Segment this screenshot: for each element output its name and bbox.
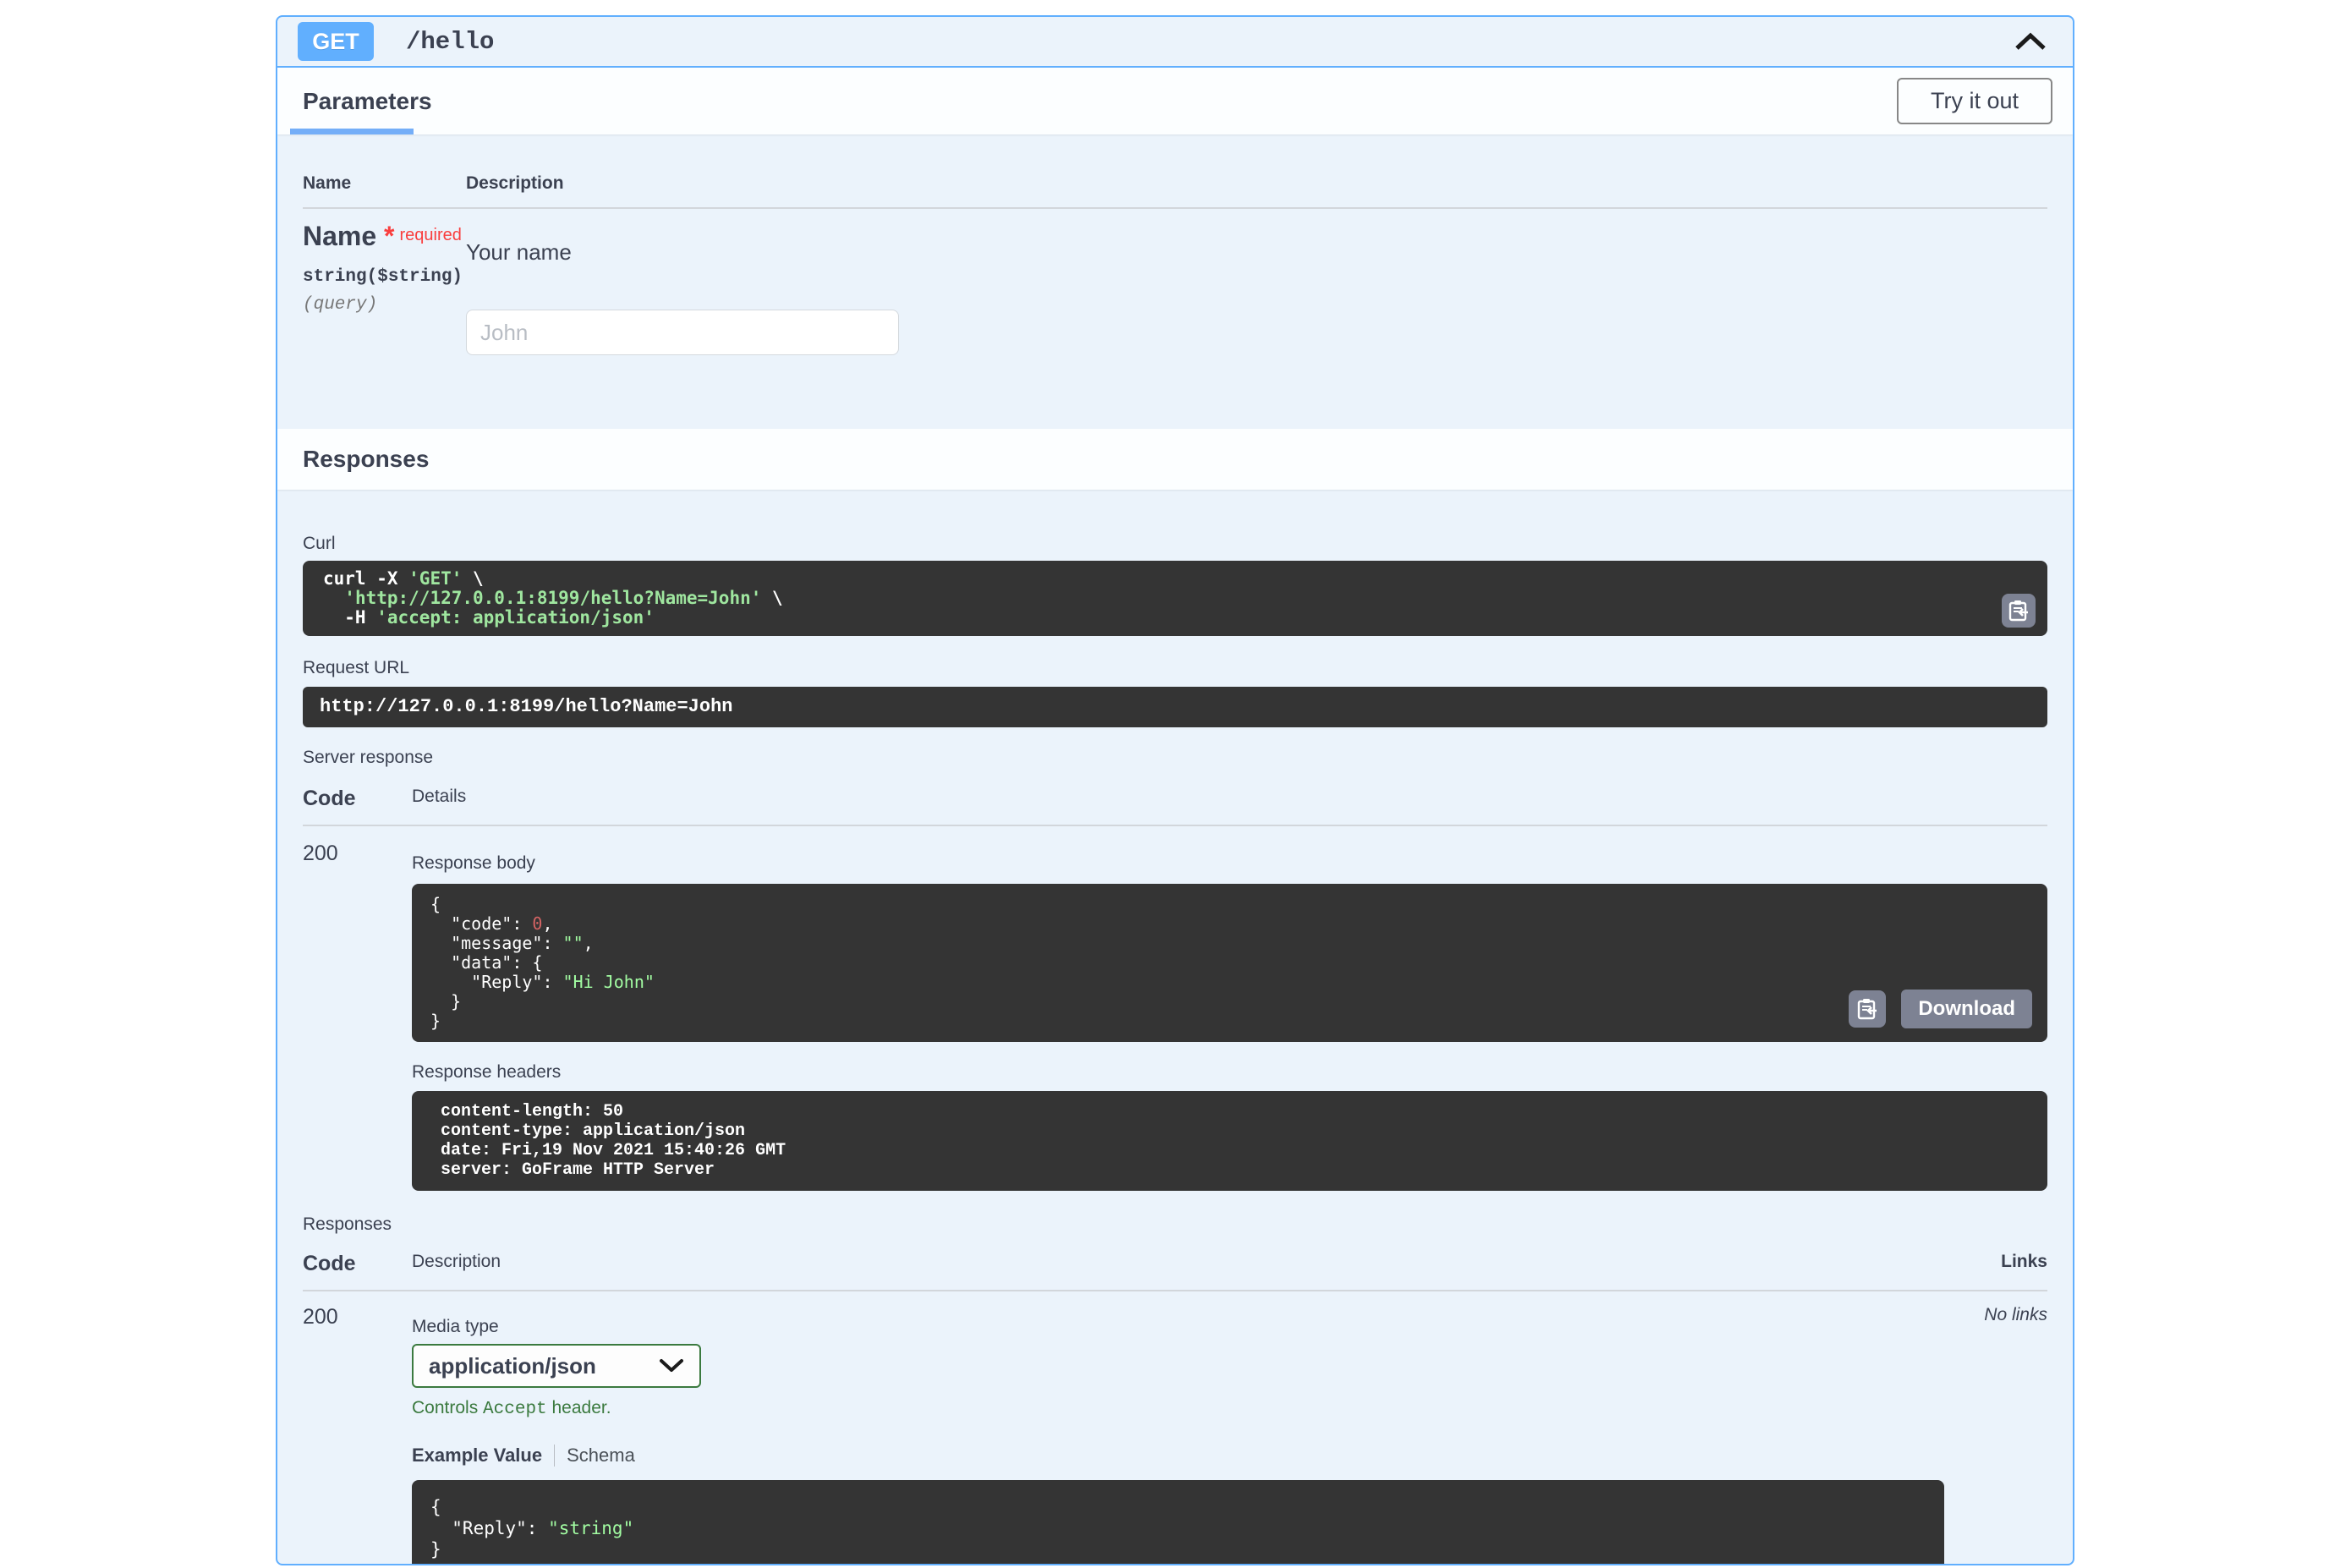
try-it-out-button[interactable]: Try it out — [1897, 78, 2052, 124]
doc-description-header: Description — [412, 1252, 1912, 1276]
media-type-label: Media type — [412, 1317, 1912, 1337]
model-example-tabs: Example Value Schema — [412, 1445, 1912, 1467]
param-col-name-header: Name — [303, 173, 466, 194]
operation-block-get-hello: GET /hello Parameters Try it out Name De… — [276, 15, 2074, 1565]
response-headers-label: Response headers — [412, 1062, 2047, 1083]
responses-section-header: Responses — [277, 429, 2073, 490]
response-body-label: Response body — [412, 853, 2047, 874]
doc-code-header: Code — [303, 1252, 412, 1276]
doc-status-code: 200 — [303, 1305, 412, 1565]
parameters-section-header: Parameters Try it out — [277, 68, 2073, 134]
server-response-status-code: 200 — [303, 842, 412, 1191]
curl-label: Curl — [303, 534, 2047, 554]
endpoint-path: /hello — [406, 28, 494, 56]
curl-copy-to-clipboard-button[interactable] — [2002, 594, 2036, 628]
collapse-chevron-up-icon[interactable] — [2008, 26, 2052, 57]
table-divider — [303, 207, 2047, 209]
tab-schema[interactable]: Schema — [567, 1445, 635, 1467]
required-star: * — [384, 221, 394, 251]
server-response-code-header: Code — [303, 787, 412, 811]
doc-response-row: 200 Media type application/json Controls… — [303, 1305, 2047, 1565]
download-button[interactable]: Download — [1901, 990, 2032, 1028]
request-url-block: http://127.0.0.1:8199/hello?Name=John — [303, 687, 2047, 727]
param-location: (query) — [303, 295, 466, 315]
media-type-select[interactable]: application/json — [412, 1344, 701, 1388]
operation-summary[interactable]: GET /hello — [277, 17, 2073, 68]
example-value-block: { "Reply": "string"} — [412, 1480, 1944, 1565]
media-type-value: application/json — [429, 1353, 659, 1379]
server-response-details-header: Details — [412, 787, 2047, 811]
http-method-badge: GET — [298, 22, 374, 61]
active-tab-underline — [290, 129, 414, 134]
response-body-block: { "code": 0, "message": "", "data": { "R… — [412, 884, 2047, 1042]
chevron-down-icon — [659, 1358, 684, 1373]
parameters-tab[interactable]: Parameters — [303, 88, 432, 115]
parameter-row: Name *required string($string) (query) Y… — [303, 221, 2047, 355]
server-response-row: 200 Response body { "code": 0, "message"… — [303, 842, 2047, 1191]
request-url-label: Request URL — [303, 658, 2047, 678]
required-label: required — [400, 226, 462, 244]
table-divider — [303, 1290, 2047, 1291]
response-copy-to-clipboard-button[interactable] — [1849, 990, 1886, 1028]
accept-header-note: Controls Accept header. — [412, 1398, 1912, 1419]
param-value-input[interactable] — [466, 310, 899, 355]
param-col-description-header: Description — [466, 173, 2047, 194]
doc-links-header: Links — [1912, 1252, 2047, 1276]
param-name: Name *required — [303, 221, 466, 252]
server-response-label: Server response — [303, 748, 2047, 768]
table-divider — [303, 825, 2047, 826]
tab-example-value[interactable]: Example Value — [412, 1445, 542, 1467]
responses-section-title: Responses — [303, 446, 429, 473]
param-description: Your name — [466, 239, 2047, 266]
tab-separator — [554, 1445, 555, 1467]
param-type: string($string) — [303, 267, 466, 287]
documented-responses-title: Responses — [303, 1214, 2047, 1235]
parameters-body: Name Description Name *required string($… — [277, 134, 2073, 429]
curl-command-block: curl -X 'GET' \ 'http://127.0.0.1:8199/h… — [303, 561, 2047, 636]
responses-body: Curl curl -X 'GET' \ 'http://127.0.0.1:8… — [277, 534, 2073, 1565]
response-headers-block: content-length: 50 content-type: applica… — [412, 1091, 2047, 1191]
